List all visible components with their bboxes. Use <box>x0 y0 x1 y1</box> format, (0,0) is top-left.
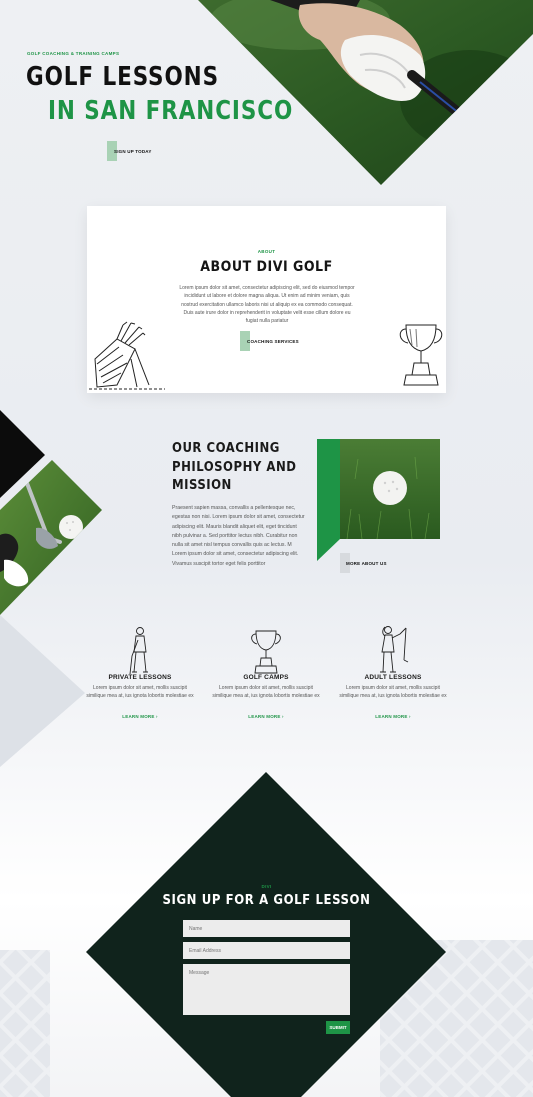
submit-button[interactable]: SUBMIT <box>326 1021 350 1034</box>
service-golf-camps: GOLF CAMPS Lorem ipsum dolor sit amet, m… <box>211 622 321 719</box>
hero-eyebrow: GOLF COACHING & TRAINING CAMPS <box>27 51 120 56</box>
about-card: ABOUT ABOUT DIVI GOLF Lorem ipsum dolor … <box>87 206 446 393</box>
service-desc: Lorem ipsum dolor sit amet, mollis susci… <box>212 685 320 699</box>
hero-title-line1: GOLF LESSONS <box>26 62 220 92</box>
more-about-us-button[interactable]: MORE ABOUT US <box>340 553 400 573</box>
coaching-services-label: COACHING SERVICES <box>247 339 299 344</box>
golf-club-ball-photo <box>0 410 102 615</box>
philosophy-body: Praesent sapien massa, convallis a pelle… <box>172 505 305 567</box>
arrow-right-icon: › <box>156 714 158 719</box>
service-adult-lessons: ADULT LESSONS Lorem ipsum dolor sit amet… <box>338 622 448 719</box>
woman-golfer-icon <box>380 626 409 673</box>
signup-eyebrow: DIVI <box>261 884 272 889</box>
decorative-diamond <box>0 615 85 767</box>
about-title: ABOUT DIVI GOLF <box>200 259 333 275</box>
service-desc: Lorem ipsum dolor sit amet, mollis susci… <box>339 685 447 699</box>
service-private-lessons: PRIVATE LESSONS Lorem ipsum dolor sit am… <box>85 622 195 719</box>
hero-cta-button[interactable]: SIGN UP TODAY <box>107 141 167 161</box>
golf-ball-photo <box>317 439 440 561</box>
coaching-services-button[interactable]: COACHING SERVICES <box>240 331 300 351</box>
more-about-us-label: MORE ABOUT US <box>346 561 387 566</box>
learn-more-link[interactable]: LEARN MORE › <box>211 714 321 719</box>
learn-more-link[interactable]: LEARN MORE › <box>85 714 195 719</box>
about-eyebrow: ABOUT <box>257 249 276 254</box>
hero-photo <box>198 0 533 185</box>
signup-title: SIGN UP FOR A GOLF LESSON <box>162 893 371 908</box>
arrow-right-icon: › <box>409 714 411 719</box>
philosophy-title: OUR COACHING PHILOSOPHY AND MISSION <box>172 441 297 493</box>
hero-title-line2: IN SAN FRANCISCO <box>48 96 294 126</box>
service-desc: Lorem ipsum dolor sit amet, mollis susci… <box>86 685 194 699</box>
golf-bag-icon <box>89 321 165 390</box>
trophy-icon <box>251 630 281 674</box>
arrow-right-icon: › <box>282 714 284 719</box>
name-input[interactable] <box>183 920 350 937</box>
learn-more-link[interactable]: LEARN MORE › <box>338 714 448 719</box>
message-textarea[interactable] <box>183 964 350 1015</box>
hero-cta-label: SIGN UP TODAY <box>114 149 152 154</box>
golfer-icon <box>129 627 148 675</box>
email-input[interactable] <box>183 942 350 959</box>
trophy-icon <box>399 324 443 386</box>
about-body: Lorem ipsum dolor sit amet, consectetur … <box>179 285 355 325</box>
